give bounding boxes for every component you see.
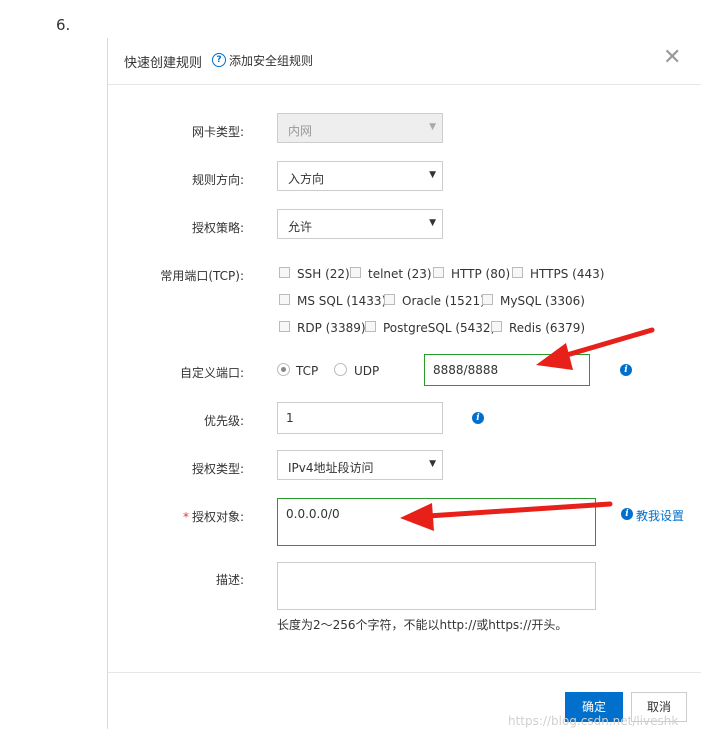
watermark: https://blog.csdn.net/liveshk: [508, 714, 679, 728]
annotation-arrows: [400, 327, 655, 531]
annotation-arrow-object: [400, 501, 613, 531]
annotation-arrow-port: [536, 327, 655, 370]
